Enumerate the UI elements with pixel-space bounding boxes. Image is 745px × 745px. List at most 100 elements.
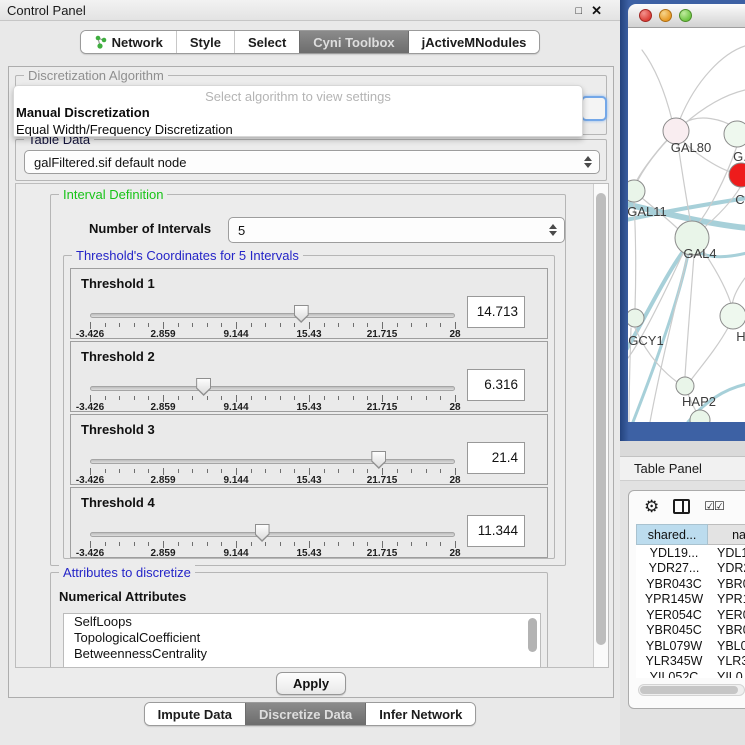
threshold-slider-track[interactable] bbox=[90, 313, 455, 318]
tab-discretize-data[interactable]: Discretize Data bbox=[245, 703, 365, 725]
tab-select[interactable]: Select bbox=[234, 31, 299, 53]
node-label: GAL11 bbox=[628, 204, 667, 219]
tab-infer-network[interactable]: Infer Network bbox=[365, 703, 475, 725]
cell-shared-name[interactable]: YBL079W bbox=[636, 639, 712, 653]
dropdown-option-manual[interactable]: Manual Discretization bbox=[14, 104, 582, 121]
cell-name[interactable]: YBR0 bbox=[712, 623, 745, 637]
network-edge bbox=[642, 50, 672, 120]
slider-tick-labels: -3.4262.8599.14415.4321.71528 bbox=[90, 475, 455, 486]
table-row[interactable]: YER054CYER0 bbox=[636, 607, 745, 623]
checkboxes-icon[interactable]: ☑☑ bbox=[704, 499, 724, 513]
cell-shared-name[interactable]: YDL19... bbox=[636, 546, 712, 560]
close-panel-icon[interactable]: ✕ bbox=[591, 3, 602, 19]
apply-button[interactable]: Apply bbox=[276, 672, 346, 695]
algorithm-dropdown-popup: Select algorithm to view settings Manual… bbox=[13, 85, 583, 137]
table-panel-title: Table Panel bbox=[634, 461, 702, 476]
vertical-scrollbar[interactable] bbox=[593, 184, 608, 667]
table-row[interactable]: YDL19...YDL1 bbox=[636, 545, 745, 561]
top-tab-bar: NetworkStyleSelectCyni ToolboxjActiveMNo… bbox=[0, 30, 620, 54]
table-data-combobox[interactable]: galFiltered.sif default node bbox=[24, 150, 600, 174]
table-row[interactable]: YBR043CYBR0 bbox=[636, 576, 745, 592]
attribute-list-item[interactable]: SelfLoops bbox=[64, 614, 540, 630]
number-of-intervals-combobox[interactable]: 5 bbox=[228, 217, 565, 243]
cell-shared-name[interactable]: YBR043C bbox=[636, 577, 712, 591]
tab-style[interactable]: Style bbox=[176, 31, 234, 53]
stepper-arrows-icon bbox=[549, 224, 557, 236]
network-canvas[interactable]: GAL80G.CGAL11GAL4GCY1HHAP2 bbox=[628, 28, 745, 422]
column-header-name[interactable]: na bbox=[708, 524, 745, 545]
horizontal-scrollbar-thumb[interactable] bbox=[640, 686, 738, 694]
cell-shared-name[interactable]: YER054C bbox=[636, 608, 712, 622]
vertical-scrollbar-thumb[interactable] bbox=[596, 193, 606, 645]
node-label: GAL4 bbox=[683, 246, 716, 261]
float-window-icon[interactable]: □ bbox=[575, 5, 582, 17]
cell-shared-name[interactable]: YPR145W bbox=[636, 592, 712, 606]
tab-network[interactable]: Network bbox=[81, 31, 176, 53]
close-traffic-light-icon[interactable] bbox=[639, 9, 652, 22]
minimize-traffic-light-icon[interactable] bbox=[659, 9, 672, 22]
table-row[interactable]: YBR045CYBR0 bbox=[636, 623, 745, 639]
horizontal-scrollbar[interactable] bbox=[638, 684, 745, 696]
bottom-tab-control: Impute DataDiscretize DataInfer Network bbox=[144, 702, 477, 726]
table-row[interactable]: YPR145WYPR1 bbox=[636, 592, 745, 608]
algorithm-combobox[interactable] bbox=[581, 96, 607, 121]
zoom-traffic-light-icon[interactable] bbox=[679, 9, 692, 22]
cell-name[interactable]: YBL0 bbox=[712, 639, 745, 653]
threshold-value-field[interactable]: 11.344 bbox=[467, 515, 525, 547]
network-node bbox=[729, 163, 745, 187]
network-node bbox=[720, 303, 745, 329]
node-table: shared... na YDL19...YDL1YDR27...YDR2YBR… bbox=[636, 524, 745, 702]
threshold-slider-thumb[interactable] bbox=[371, 451, 386, 469]
number-of-intervals-value: 5 bbox=[238, 223, 245, 238]
cell-name[interactable]: YDR2 bbox=[712, 561, 745, 575]
threshold-slider-track[interactable] bbox=[90, 532, 455, 537]
threshold-row: Threshold 3 -3.4262.8599.14415.4321.7152… bbox=[70, 414, 548, 485]
cell-name[interactable]: YLR3 bbox=[712, 654, 745, 668]
threshold-value-field[interactable]: 14.713 bbox=[467, 296, 525, 328]
threshold-value-field[interactable]: 6.316 bbox=[467, 369, 525, 401]
tab-jactivemnodules[interactable]: jActiveMNodules bbox=[408, 31, 540, 53]
gear-icon[interactable]: ⚙ bbox=[644, 498, 659, 515]
list-scrollbar-thumb[interactable] bbox=[528, 618, 537, 652]
cell-name[interactable]: YER0 bbox=[712, 608, 745, 622]
attributes-group-title: Attributes to discretize bbox=[59, 565, 195, 580]
slider-tick-labels: -3.4262.8599.14415.4321.71528 bbox=[90, 329, 455, 340]
numerical-attributes-list[interactable]: SelfLoopsTopologicalCoefficientBetweenne… bbox=[63, 613, 541, 668]
table-row[interactable]: YDR27...YDR2 bbox=[636, 561, 745, 577]
threshold-slider-thumb[interactable] bbox=[196, 378, 211, 396]
dropdown-option-equal-width[interactable]: Equal Width/Frequency Discretization bbox=[14, 121, 582, 137]
threshold-slider-track[interactable] bbox=[90, 459, 455, 464]
table-row[interactable]: YLR345WYLR3 bbox=[636, 654, 745, 670]
dropdown-prompt-item[interactable]: Select algorithm to view settings bbox=[14, 86, 582, 104]
split-columns-icon[interactable] bbox=[673, 499, 690, 514]
cell-shared-name[interactable]: YDR27... bbox=[636, 561, 712, 575]
interval-definition-title: Interval Definition bbox=[59, 187, 167, 202]
tab-impute-data[interactable]: Impute Data bbox=[145, 703, 245, 725]
table-row[interactable]: YBL079WYBL0 bbox=[636, 638, 745, 654]
cell-name[interactable]: YIL0 bbox=[712, 670, 745, 678]
attribute-list-item[interactable]: TopologicalCoefficient bbox=[64, 630, 540, 646]
cell-name[interactable]: YBR0 bbox=[712, 577, 745, 591]
threshold-slider-track[interactable] bbox=[90, 386, 455, 391]
cell-shared-name[interactable]: YIL052C bbox=[636, 670, 712, 678]
node-label: G. bbox=[733, 149, 745, 164]
network-window-titlebar[interactable] bbox=[628, 4, 745, 28]
network-node bbox=[724, 121, 745, 147]
table-panel-titlebar: Table Panel bbox=[620, 456, 745, 481]
thresholds-group: Threshold's Coordinates for 5 Intervals … bbox=[63, 255, 555, 559]
threshold-slider-thumb[interactable] bbox=[255, 524, 270, 542]
network-edge bbox=[680, 46, 745, 119]
panel-window-controls: □ ✕ bbox=[575, 3, 602, 19]
threshold-row: Threshold 1 -3.4262.8599.14415.4321.7152… bbox=[70, 268, 548, 339]
attribute-list-item[interactable]: BetweennessCentrality bbox=[64, 646, 540, 662]
threshold-slider-thumb[interactable] bbox=[294, 305, 309, 323]
cell-shared-name[interactable]: YLR345W bbox=[636, 654, 712, 668]
table-row[interactable]: YIL052CYIL0 bbox=[636, 669, 745, 678]
tab-cyni-toolbox[interactable]: Cyni Toolbox bbox=[299, 31, 407, 53]
cell-name[interactable]: YDL1 bbox=[712, 546, 745, 560]
column-header-shared[interactable]: shared... bbox=[636, 524, 708, 545]
table-header-row: shared... na bbox=[636, 524, 745, 545]
threshold-value-field[interactable]: 21.4 bbox=[467, 442, 525, 474]
cell-shared-name[interactable]: YBR045C bbox=[636, 623, 712, 637]
cell-name[interactable]: YPR1 bbox=[712, 592, 745, 606]
